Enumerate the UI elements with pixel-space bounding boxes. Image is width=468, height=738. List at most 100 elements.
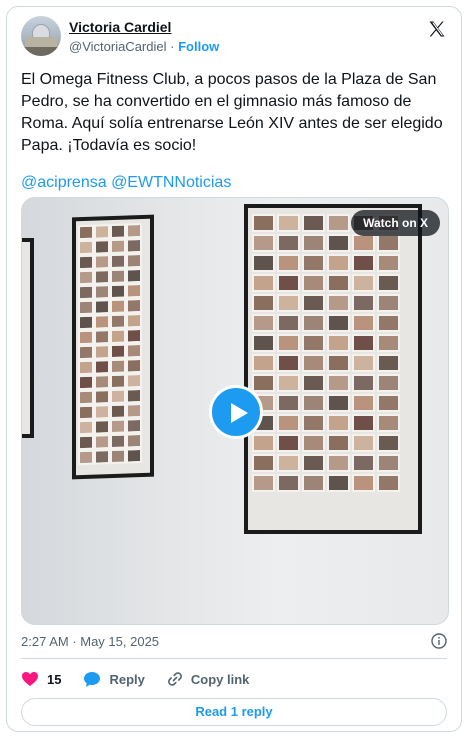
author-avatar[interactable] (21, 16, 61, 56)
like-count: 15 (47, 671, 62, 687)
gallery-photo (377, 234, 400, 252)
gallery-photo (94, 449, 110, 465)
tweet-timestamp[interactable]: 2:27 AM · May 15, 2025 (21, 634, 159, 649)
author-name[interactable]: Victoria Cardiel (69, 19, 171, 35)
gallery-photo (277, 474, 300, 492)
gallery-photo (126, 357, 142, 374)
gallery-photo (110, 223, 126, 240)
gallery-photo (277, 314, 300, 332)
copy-link-button[interactable]: Copy link (167, 671, 250, 687)
gallery-photo (110, 268, 126, 285)
divider (21, 658, 447, 659)
x-logo-icon[interactable] (427, 19, 447, 39)
gallery-photo (252, 214, 275, 232)
gallery-photo (302, 414, 325, 432)
gallery-photo (252, 234, 275, 252)
author-handle-row: @VictoriaCardiel · Follow (69, 39, 219, 54)
gallery-photo (126, 372, 142, 389)
gallery-photo (78, 314, 94, 331)
gallery-photo (94, 329, 110, 345)
gallery-photo (110, 283, 126, 300)
gallery-photo (126, 327, 142, 344)
gallery-photo (352, 474, 375, 492)
gallery-photo (327, 394, 350, 412)
gallery-photo (78, 239, 94, 256)
tweet-text-line: Pedro, se ha convertido en el gimnasio m… (21, 93, 412, 110)
gallery-photo (126, 387, 142, 404)
heart-icon (22, 672, 38, 686)
gallery-photo (126, 447, 142, 464)
gallery-photo (277, 254, 300, 272)
gallery-photo (352, 414, 375, 432)
gallery-photo (110, 253, 126, 270)
like-button[interactable]: 15 (21, 671, 61, 687)
gallery-photo (78, 299, 94, 316)
gallery-photo (352, 274, 375, 292)
gallery-photo (352, 254, 375, 272)
reply-label: Reply (109, 671, 145, 687)
action-bar: 15 Reply Copy link (21, 667, 271, 691)
gallery-photo (78, 434, 94, 451)
gallery-photo (302, 394, 325, 412)
author-handle[interactable]: @VictoriaCardiel (69, 39, 167, 54)
tweet-mentions[interactable]: @aciprensa @EWTNNoticias (21, 174, 231, 192)
reply-button[interactable]: Reply (83, 671, 145, 688)
gallery-photo (352, 454, 375, 472)
gallery-photo (252, 254, 275, 272)
gallery-photo (126, 237, 142, 254)
gallery-photo (327, 374, 350, 392)
gallery-photo (126, 432, 142, 449)
gallery-photo (94, 344, 110, 360)
gallery-photo (352, 434, 375, 452)
copy-link-label: Copy link (190, 671, 250, 687)
follow-button[interactable]: Follow (178, 39, 219, 54)
read-replies-button[interactable]: Read 1 reply (21, 698, 447, 726)
gallery-photo (327, 414, 350, 432)
gallery-photo (377, 454, 400, 472)
gallery-photo (110, 358, 126, 375)
gallery-photo (94, 389, 110, 405)
gallery-photo (252, 434, 275, 452)
gallery-photo (126, 312, 142, 329)
photo-frame-middle (72, 214, 154, 480)
gallery-photo (78, 284, 94, 301)
gallery-photo (78, 419, 94, 436)
gallery-photo (94, 374, 110, 390)
gallery-photo (78, 374, 94, 391)
gallery-photo (110, 433, 126, 450)
gallery-photo (78, 359, 94, 376)
tweet-text-line: El Omega Fitness Club, a pocos pasos de … (21, 71, 437, 88)
gallery-photo (252, 274, 275, 292)
video-player[interactable]: Watch on X (21, 197, 449, 625)
gallery-photo (277, 434, 300, 452)
gallery-photo (352, 314, 375, 332)
gallery-photo (126, 402, 142, 419)
gallery-photo (377, 474, 400, 492)
gallery-photo (327, 434, 350, 452)
play-button[interactable] (209, 385, 263, 439)
gallery-photo (302, 434, 325, 452)
link-icon (167, 672, 182, 686)
gallery-photo (110, 328, 126, 345)
gallery-photo (377, 354, 400, 372)
gallery-photo (78, 344, 94, 361)
gallery-photo (252, 334, 275, 352)
gallery-photo (78, 254, 94, 271)
separator-dot: · (170, 39, 175, 54)
gallery-photo (94, 239, 110, 255)
watch-on-x-button[interactable]: Watch on X (351, 210, 440, 236)
gallery-photo (110, 388, 126, 405)
gallery-photo (110, 238, 126, 255)
gallery-photo (126, 342, 142, 359)
gallery-photo (327, 294, 350, 312)
gallery-photo (126, 252, 142, 269)
gallery-photo (252, 454, 275, 472)
gallery-photo (377, 334, 400, 352)
gallery-photo (94, 314, 110, 330)
gallery-photo (277, 454, 300, 472)
gallery-photo (352, 294, 375, 312)
info-icon[interactable] (431, 633, 447, 649)
gallery-photo (94, 419, 110, 435)
gallery-photo (377, 414, 400, 432)
gallery-photo (327, 274, 350, 292)
